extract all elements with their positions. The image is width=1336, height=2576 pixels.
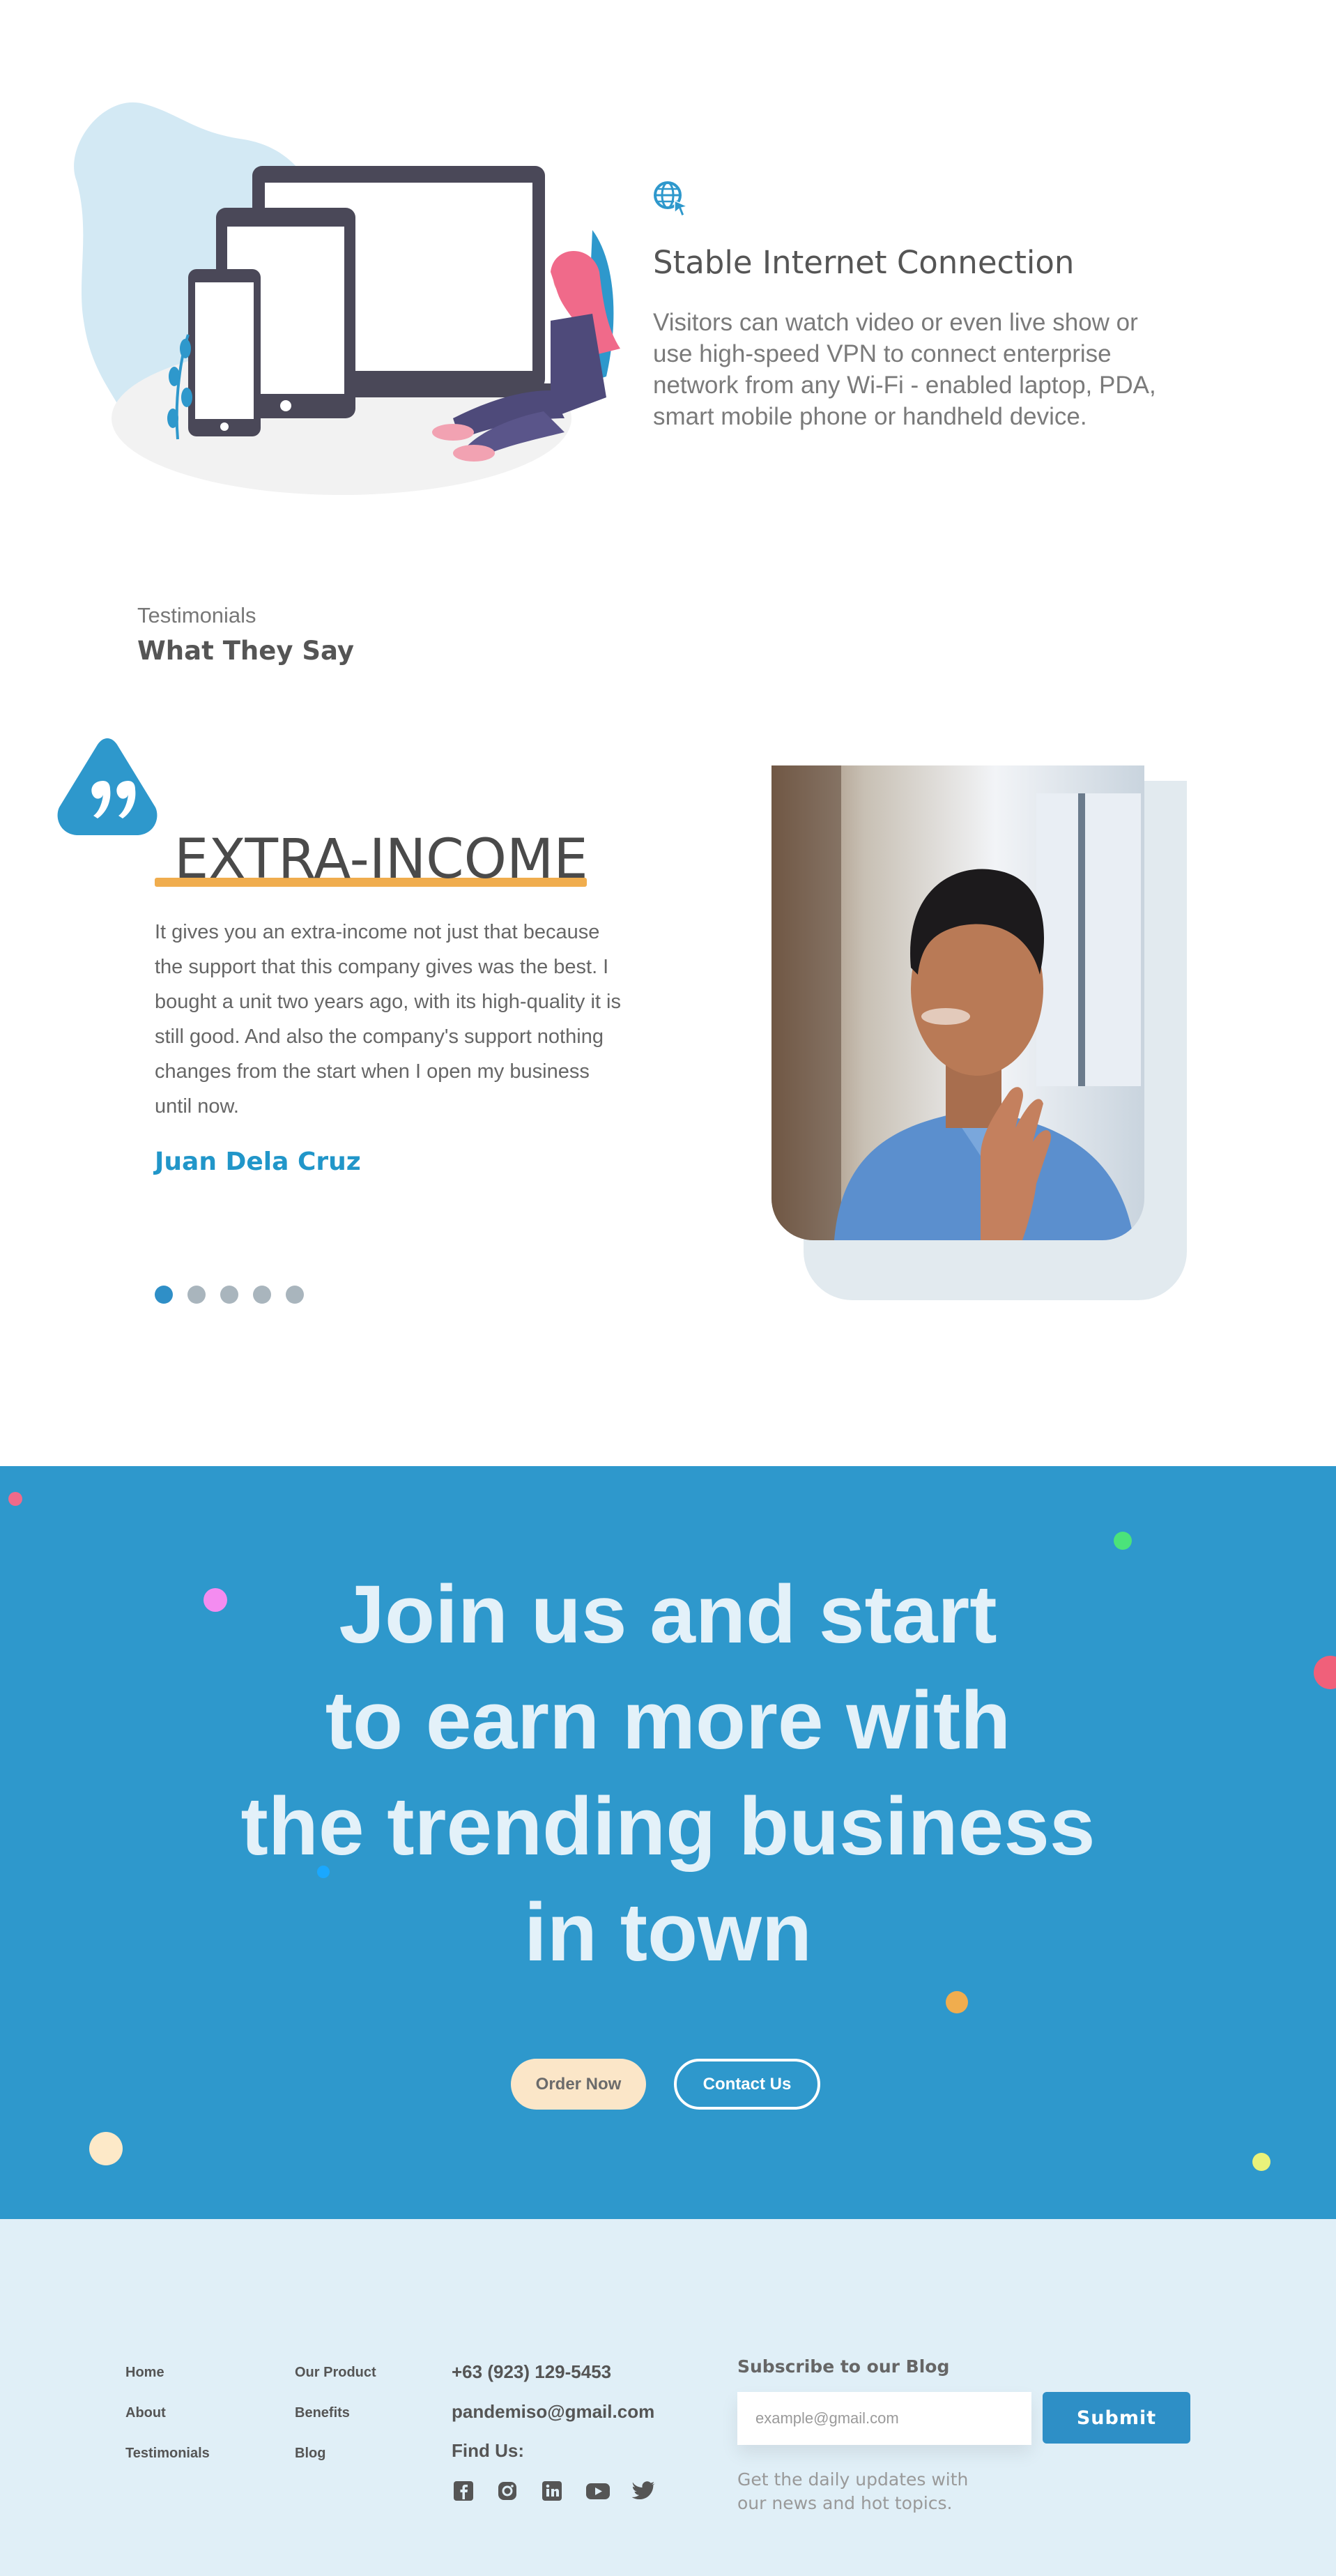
- cta-headline: Join us and start to earn more with the …: [0, 1562, 1336, 1986]
- find-us-label: Find Us:: [452, 2440, 524, 2461]
- footer-link-blog[interactable]: Blog: [295, 2446, 325, 2462]
- cta-headline-line: in town: [524, 1887, 812, 1979]
- youtube-icon[interactable]: [585, 2480, 611, 2501]
- cta-headline-line: Join us and start: [339, 1569, 997, 1661]
- linkedin-icon[interactable]: [542, 2480, 562, 2501]
- carousel-dot[interactable]: [187, 1286, 206, 1304]
- section-heading: What They Say: [137, 636, 354, 666]
- quote-icon: [57, 738, 158, 835]
- footer-link-testimonials[interactable]: Testimonials: [125, 2446, 210, 2462]
- confetti-dot: [1252, 2153, 1270, 2171]
- testimonial-title: EXTRA-INCOME: [174, 828, 588, 891]
- contact-us-button[interactable]: Contact Us: [674, 2059, 820, 2110]
- subscribe-title: Subscribe to our Blog: [737, 2356, 950, 2377]
- feature-title: Stable Internet Connection: [653, 244, 1075, 281]
- devices-illustration: [74, 102, 620, 495]
- subscribe-note: Get the daily updates with our news and …: [737, 2469, 969, 2513]
- confetti-dot: [946, 1991, 968, 2013]
- confetti-dot: [89, 2132, 123, 2165]
- subscribe-email-input[interactable]: [737, 2392, 1031, 2445]
- order-now-button[interactable]: Order Now: [511, 2059, 646, 2110]
- footer-link-benefits[interactable]: Benefits: [295, 2405, 350, 2421]
- contact-email: pandemiso@gmail.com: [452, 2401, 655, 2422]
- carousel-dot[interactable]: [220, 1286, 238, 1304]
- subscribe-submit-button[interactable]: Submit: [1043, 2392, 1190, 2444]
- cta-headline-line: the trending business: [240, 1781, 1096, 1873]
- twitter-icon[interactable]: [631, 2480, 657, 2501]
- footer-link-about[interactable]: About: [125, 2405, 166, 2421]
- footer-link-our-product[interactable]: Our Product: [295, 2365, 376, 2381]
- carousel-dot[interactable]: [253, 1286, 271, 1304]
- feature-description: Visitors can watch video or even live sh…: [653, 309, 1156, 430]
- footer-link-home[interactable]: Home: [125, 2365, 164, 2381]
- carousel-dot[interactable]: [286, 1286, 304, 1304]
- section-kicker: Testimonials: [137, 603, 256, 627]
- facebook-icon[interactable]: [453, 2480, 474, 2501]
- carousel-dots: [155, 1286, 304, 1304]
- instagram-icon[interactable]: [497, 2480, 518, 2501]
- contact-phone: +63 (923) 129-5453: [452, 2361, 612, 2382]
- cta-headline-line: to earn more with: [325, 1675, 1011, 1767]
- testimonial-text: It gives you an extra-income not just th…: [155, 921, 621, 1118]
- testimonial-photo: [771, 765, 1144, 1240]
- confetti-dot: [8, 1492, 22, 1506]
- confetti-dot: [1114, 1532, 1132, 1550]
- carousel-dot[interactable]: [155, 1286, 173, 1304]
- globe-cursor-icon: [654, 181, 689, 218]
- testimonial-author: Juan Dela Cruz: [155, 1148, 361, 1176]
